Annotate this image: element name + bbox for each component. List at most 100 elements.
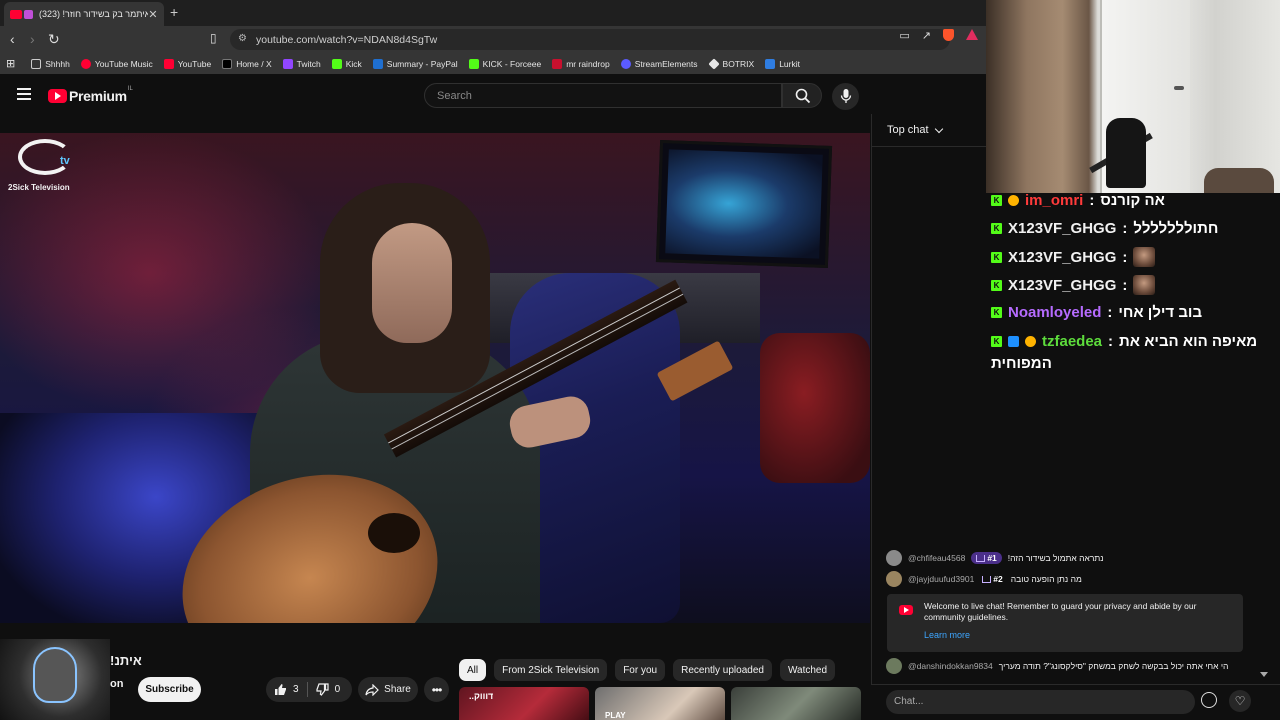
apps-grid-icon[interactable]: ⊞ [6,57,15,70]
leaderboard-badge: #2 [980,573,1004,585]
webcam-door-handle [1174,86,1184,90]
bookmark-item[interactable]: Twitch [282,58,321,69]
bookmark-item[interactable]: BOTRIX [707,57,754,70]
bookmark-item[interactable]: KICK - Forceee [468,58,541,69]
webcam-chair [1204,168,1274,193]
share-icon [365,683,380,696]
chat-username: Noamloyeled [1008,304,1102,321]
cast-icon[interactable]: ▭ [899,29,909,42]
bookmark-item[interactable]: Home / X [222,58,272,69]
x-icon [222,58,233,69]
separator: : [1122,276,1128,294]
share-page-icon[interactable]: ↗ [922,29,931,42]
avatar [886,658,902,674]
close-tab-icon[interactable]: ✕ [148,8,158,21]
hamburger-menu-icon[interactable] [17,88,31,103]
paypal-icon [372,58,383,69]
site-info-icon[interactable]: ⚙ [238,33,247,44]
chat-input[interactable]: Chat... [886,690,1195,714]
bookmark-icon[interactable]: ▯ [210,31,217,45]
webcam-microphone [1106,118,1146,188]
chip-from-channel[interactable]: From 2Sick Television [494,659,608,681]
badge-icon [1008,195,1019,206]
back-icon[interactable]: ‹ [10,31,15,47]
recommended-thumbnail[interactable]: PLAY [595,687,725,720]
browser-tab[interactable]: איתמר בק בשידור חוזר! (323) ✕ [4,2,164,26]
recommended-videos: ..דוווק PLAY [459,687,861,720]
learn-more-link[interactable]: Learn more [924,630,970,640]
avatar [886,550,902,566]
bookmark-item[interactable]: Lurkit [765,58,800,69]
chat-message[interactable]: @danshindokkan9834 הי אחי אתה יכול בבקשה… [886,658,1228,674]
brave-shield-icon[interactable] [943,29,954,41]
bookmark-item[interactable]: Shhhh [31,58,70,69]
chat-message[interactable]: @jayjduufud3901 #2 מה נתן הופעה טובה [886,571,1082,587]
youtube-icon [552,58,563,69]
channel-avatar[interactable] [0,639,110,720]
forward-icon[interactable]: › [30,31,35,47]
bookmark-item[interactable]: Kick [331,58,362,69]
kick-chat-message: K tzfaedea : מאיפה הוא הביא את [991,332,1257,351]
address-bar[interactable]: ⚙ youtube.com/watch?v=NDAN8d4SgTw [230,29,950,50]
youtube-favicon-icon [10,9,22,19]
subscribe-button[interactable]: Subscribe [138,677,201,702]
youtube-play-icon [48,89,67,103]
recommended-thumbnail[interactable]: ..דוווק [459,687,589,720]
share-button[interactable]: Share [358,677,418,702]
chat-message[interactable]: @chfifeau4568 #1 נתראה אתמול בשידור הזה! [886,550,1104,566]
reload-icon[interactable]: ↻ [48,31,60,48]
chip-watched[interactable]: Watched [779,659,836,681]
chip-all[interactable]: All [459,659,487,681]
badge-icon [1008,336,1019,347]
brave-rewards-icon[interactable] [966,29,978,40]
browser-tab-strip: איתמר בק בשידור חוזר! (323) ✕ + [0,0,986,26]
emoji-icon[interactable] [1201,692,1217,708]
chat-text: מה נתן הופעה טובה [1010,574,1082,584]
chat-text: הי אחי אתה יכול בבקשה לשחק במשחק "סילקסו… [998,661,1229,671]
lurkit-icon [765,58,776,69]
search-button[interactable] [782,83,822,108]
bookmark-item[interactable]: StreamElements [620,58,698,69]
chevron-down-icon [934,124,943,133]
like-button[interactable]: 3 [266,683,307,696]
video-frame-person-face [372,223,452,343]
recommended-thumbnail[interactable] [731,687,861,720]
more-actions-icon[interactable]: ••• [424,677,449,702]
dislike-button[interactable]: 0 [308,683,349,696]
kick-chat-message: K im_omri : אה קורנס [991,191,1251,210]
separator: : [1089,192,1095,209]
new-tab-icon[interactable]: + [170,4,178,20]
crown-icon [976,554,986,562]
video-info: איתנ! on Subscribe 3 0 Share ••• All Fro… [0,623,870,720]
heart-icon[interactable]: ♡ [1229,690,1251,712]
video-frame-guitar-soundhole [368,513,420,553]
chat-input-bar: Chat... ♡ [871,684,1280,720]
chat-mode-dropdown[interactable]: Top chat [887,124,943,136]
voice-search-button[interactable] [832,83,859,110]
youtube-icon [899,605,913,615]
bookmark-item[interactable]: YouTube Music [80,58,153,69]
separator: : [1108,333,1114,350]
youtube-premium-logo[interactable]: Premium IL [48,86,133,104]
recommendation-filters: All From 2Sick Television For you Recent… [459,659,836,681]
separator: : [1122,220,1128,237]
search-input[interactable]: Search [424,83,782,108]
channel-name[interactable]: on [110,678,123,690]
chat-username: X123VF_GHGG [1008,276,1117,294]
chat-author: @jayjduufud3901 [908,574,975,584]
avatar [886,571,902,587]
video-player[interactable]: tv 2Sick Television [0,133,870,623]
chat-text: חתוללללללל [1133,220,1219,237]
kick-chat-message: K X123VF_GHGG : [991,247,1251,267]
chat-text: נתראה אתמול בשידור הזה! [1007,553,1104,563]
video-frame-chair [760,333,870,483]
bookmark-item[interactable]: Summary - PayPal [372,58,458,69]
scroll-down-icon[interactable] [1260,672,1268,677]
bookmark-item[interactable]: YouTube [163,58,211,69]
audio-playing-icon [24,9,33,19]
chip-recently-uploaded[interactable]: Recently uploaded [673,659,772,681]
chat-username: im_omri [1025,192,1084,209]
bookmark-item[interactable]: mr raindrop [552,58,610,69]
kick-icon [331,58,342,69]
chip-for-you[interactable]: For you [615,659,666,681]
